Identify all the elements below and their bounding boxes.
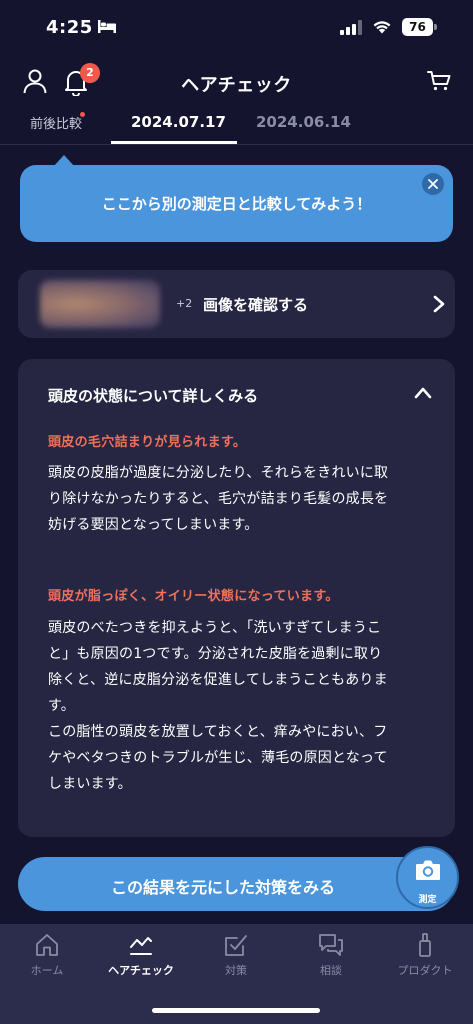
nav-home-label: ホーム [30, 964, 64, 977]
view-images-label: 画像を確認する [203, 296, 309, 314]
nav-hair-check-label: ヘアチェック [108, 964, 174, 977]
finding-heading: 頭皮が脂っぽく、オイリー状態になっています。 [48, 589, 339, 604]
tooltip-close-button[interactable] [422, 173, 444, 195]
scalp-image-thumbnail [40, 280, 160, 328]
measure-label: 測定 [418, 895, 437, 905]
home-icon [36, 934, 58, 956]
tooltip-text: ここから別の測定日と比較してみよう！ [101, 195, 372, 213]
chat-icon [319, 934, 343, 956]
detail-title[interactable]: 頭皮の状態について詳しくみる [48, 385, 258, 406]
nav-hair-check[interactable]: ヘアチェック [94, 932, 188, 978]
date-tabs: 前後比較 2024.07.17 2024.06.14 [0, 108, 473, 144]
tab-compare-dot [80, 112, 85, 117]
finding-body: 頭皮の皮脂が過度に分泌したり、それらをきれいに取 り除けなかったりすると、毛穴が… [48, 460, 433, 538]
page-title: ヘアチェック [181, 75, 292, 96]
close-icon [428, 179, 438, 189]
home-indicator [152, 1008, 320, 1013]
nav-home[interactable]: ホーム [0, 932, 94, 978]
finding-heading: 頭皮の毛穴詰まりが見られます。 [48, 435, 247, 450]
nav-products[interactable]: プロダクト [378, 932, 472, 978]
scalp-detail-card: 頭皮の状態について詳しくみる 頭皮の毛穴詰まりが見られます。 頭皮の皮脂が過度に… [18, 359, 455, 837]
finding-line: 除くと、逆に皮脂分泌を促進してしまうこともありま [48, 672, 388, 688]
tabs-divider [0, 144, 473, 145]
tab-date-current[interactable]: 2024.07.17 [131, 113, 226, 131]
nav-consultation[interactable]: 相談 [284, 932, 378, 978]
chevron-up-icon[interactable] [414, 387, 432, 399]
finding-line: 妨げる要因となってしまいます。 [48, 517, 259, 533]
hair-check-icon [130, 937, 152, 955]
battery-tip [434, 24, 437, 30]
signal-icon [340, 20, 362, 35]
checklist-icon [225, 935, 247, 956]
chevron-right-icon [433, 295, 445, 313]
nav-consultation-label: 相談 [320, 964, 342, 977]
status-time: 4:25 [46, 17, 93, 38]
product-icon [419, 933, 431, 957]
nav-products-label: プロダクト [397, 964, 453, 977]
cta-label: この結果を元にした対策をみる [110, 878, 335, 897]
nav-countermeasures-label: 対策 [225, 964, 247, 977]
finding-line: しまいます。 [48, 776, 132, 792]
nav-countermeasures[interactable]: 対策 [189, 932, 283, 978]
finding-line: り除けなかったりすると、毛穴が詰まり毛髪の成長を [48, 491, 389, 507]
app-header: 2 ヘアチェック [0, 56, 473, 108]
finding-line: ケやベタつきのトラブルが生じ、薄毛の原因となって [48, 750, 388, 766]
measure-button[interactable]: 測定 [396, 846, 459, 909]
view-countermeasures-button[interactable]: この結果を元にした対策をみる [18, 857, 455, 911]
finding-line: この脂性の頭皮を放置しておくと、痒みやにおい、フ [48, 724, 388, 740]
finding-line: と」も原因の1つです。分泌された皮脂を過剰に取り [48, 646, 383, 662]
finding-body: 頭皮のべたつきを抑えようと、「洗いすぎてしまうこ と」も原因の1つです。分泌され… [48, 615, 433, 797]
compare-tooltip: ここから別の測定日と比較してみよう！ [20, 165, 453, 242]
view-images-card[interactable]: +2 画像を確認する [18, 270, 455, 338]
finding-line: す。 [48, 698, 75, 714]
battery-indicator: 76 [402, 18, 433, 36]
image-count: +2 [176, 297, 193, 310]
status-bar: 4:25 76 [0, 0, 473, 56]
finding-line: 頭皮の皮脂が過度に分泌したり、それらをきれいに取 [48, 465, 389, 481]
tab-date-previous[interactable]: 2024.06.14 [256, 113, 351, 131]
camera-icon [416, 860, 440, 880]
cart-icon[interactable] [427, 70, 451, 92]
tab-compare[interactable]: 前後比較 [30, 113, 82, 132]
bed-icon [98, 20, 116, 33]
wifi-icon [373, 21, 391, 34]
finding-line: 頭皮のべたつきを抑えようと、「洗いすぎてしまうこ [48, 620, 382, 636]
